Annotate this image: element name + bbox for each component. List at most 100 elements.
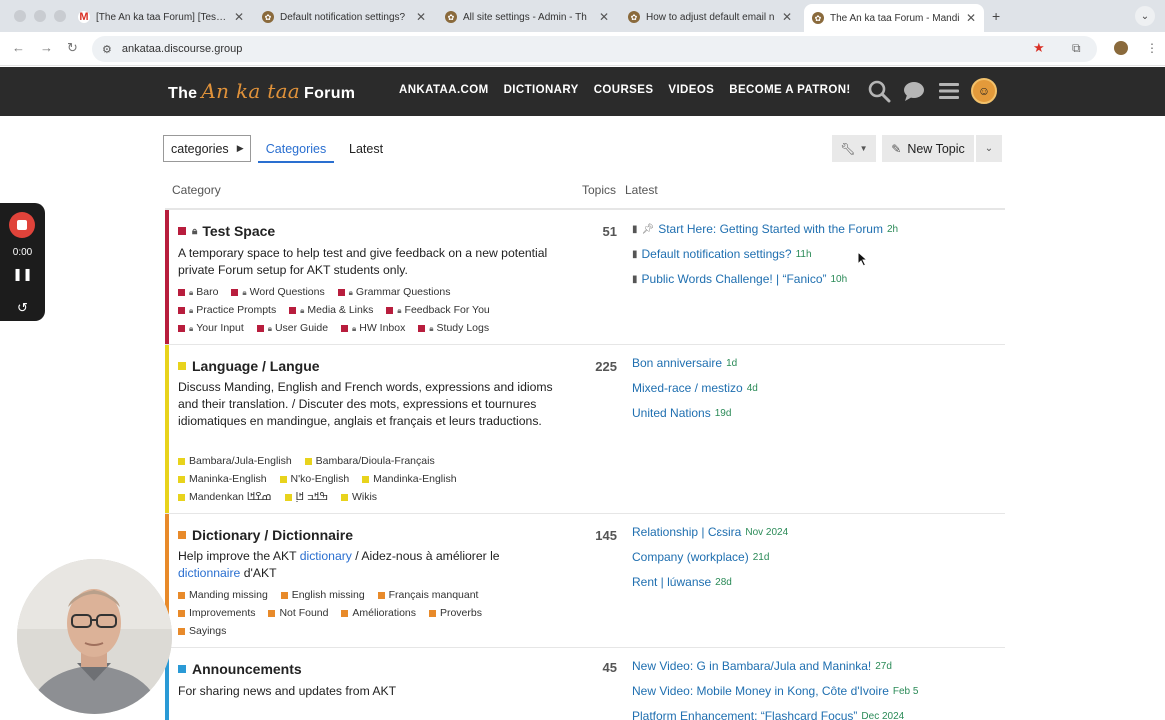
subcategory-link[interactable]: Proverbs — [428, 605, 482, 622]
subcategory-list: Bambara/Jula-English Bambara/Dioula-Fran… — [178, 453, 578, 507]
subcategory-link[interactable]: 🔒︎ Feedback For You — [386, 302, 490, 319]
browser-tab-3[interactable]: ✿ All site settings - Admin - Th ✕ — [437, 4, 617, 30]
subcategory-link[interactable]: ߒߞߏ ߞߊ߲ — [284, 489, 328, 506]
subcategory-link[interactable]: Improvements — [178, 605, 256, 622]
close-tab-icon[interactable]: ✕ — [782, 10, 792, 24]
forward-icon[interactable]: → — [40, 40, 53, 55]
subcategory-link[interactable]: Not Found — [268, 605, 328, 622]
maximize-window-icon[interactable] — [54, 10, 66, 22]
profile-extension-icon[interactable] — [1114, 41, 1128, 55]
subcategory-link[interactable]: 🔒︎ HW Inbox — [340, 320, 405, 337]
new-topic-button[interactable]: ✎ New Topic — [882, 135, 974, 162]
tab-search-icon[interactable]: ⌄ — [1135, 6, 1155, 26]
header-latest[interactable]: Latest — [625, 183, 658, 197]
subcategory-link[interactable]: 🔒︎ Baro — [178, 284, 218, 301]
webcam-bubble[interactable] — [17, 559, 172, 714]
nav-videos[interactable]: VIDEOS — [668, 84, 714, 96]
latest-topic-link[interactable]: ▮ 📌︎ Start Here: Getting Started with the … — [632, 217, 898, 242]
subcategory-link[interactable]: Manding missing — [178, 587, 268, 604]
chat-icon[interactable] — [902, 79, 926, 103]
latest-topic-link[interactable]: ▮ Public Words Challenge! | “Fanico” 10h — [632, 267, 898, 292]
topic-count: 145 — [595, 528, 617, 543]
subcategory-badge — [340, 325, 348, 332]
subcategory-link[interactable]: Maninka-English — [178, 471, 267, 488]
subcategory-link[interactable]: 🔒︎ Your Input — [178, 320, 244, 337]
url-input[interactable]: ⚙ ankataa.discourse.group — [92, 36, 1097, 62]
header-category[interactable]: Category — [172, 183, 221, 197]
subcategory-link[interactable]: 🔒︎ User Guide — [256, 320, 328, 337]
latest-topic-link[interactable]: Bon anniversaire 1d — [632, 351, 758, 376]
browser-tab-1[interactable]: M [The An ka taa Forum] [Test S ✕ — [70, 4, 252, 30]
nav-courses[interactable]: COURSES — [594, 84, 654, 96]
stop-recording-button[interactable] — [9, 212, 35, 238]
browser-tab-2[interactable]: ✿ Default notification settings? ✕ — [254, 4, 434, 30]
latest-topic-link[interactable]: Rent | lúwanse 28d — [632, 570, 788, 595]
close-tab-icon[interactable]: ✕ — [234, 10, 244, 24]
tab-categories[interactable]: Categories — [258, 142, 334, 163]
extensions-icon[interactable]: ⧉ — [1072, 41, 1081, 56]
close-tab-icon[interactable]: ✕ — [416, 10, 426, 24]
subcategory-link[interactable]: N'ko-English — [279, 471, 349, 488]
new-topic-options-button[interactable]: ⌄ — [976, 135, 1002, 162]
close-tab-icon[interactable]: ✕ — [599, 10, 609, 24]
subcategory-link[interactable]: Mandenkan ߘߐߞߊ — [178, 489, 272, 506]
gmail-icon: M — [78, 11, 90, 23]
bookmark-star-icon[interactable]: ★ — [1033, 40, 1045, 56]
tab-latest[interactable]: Latest — [349, 142, 383, 156]
latest-topic-link[interactable]: Platform Enhancement: “Flashcard Focus” D… — [632, 704, 918, 720]
new-tab-icon[interactable]: + — [992, 8, 1000, 24]
subcategory-link[interactable]: Bambara/Dioula-Français — [304, 453, 435, 470]
category-row-language: Language / Langue Discuss Manding, Engli… — [165, 345, 1005, 514]
subcategory-link[interactable]: 🔒︎ Practice Prompts — [178, 302, 276, 319]
admin-tools-button[interactable]: 🔧︎ ▼ — [832, 135, 876, 162]
site-info-icon[interactable]: ⚙ — [102, 43, 112, 56]
pause-icon[interactable]: ❚❚ — [0, 267, 45, 281]
latest-topic-link[interactable]: Company (workplace) 21d — [632, 545, 788, 570]
subcategory-link[interactable]: 🔒︎ Word Questions — [231, 284, 325, 301]
latest-topic-link[interactable]: New Video: G in Bambara/Jula and Maninka… — [632, 654, 918, 679]
dictionnaire-link[interactable]: dictionnaire — [178, 566, 240, 580]
restart-icon[interactable]: ↺ — [0, 300, 45, 316]
categories-dropdown[interactable]: categories ▶ — [163, 135, 251, 162]
subcategory-link[interactable]: 🔒︎ Media & Links — [289, 302, 373, 319]
reload-icon[interactable]: ↻ — [67, 40, 78, 56]
close-window-icon[interactable] — [14, 10, 26, 22]
chevron-down-icon: ⌄ — [984, 143, 994, 154]
hamburger-menu-icon[interactable] — [937, 79, 961, 103]
topic-count: 45 — [602, 660, 617, 675]
subcategory-link[interactable]: English missing — [280, 587, 365, 604]
site-logo[interactable]: The An ka taa Forum — [168, 79, 355, 103]
subcategory-link[interactable]: 🔒︎ Grammar Questions — [337, 284, 450, 301]
latest-topic-link[interactable]: New Video: Mobile Money in Kong, Côte d'… — [632, 679, 918, 704]
category-title[interactable]: Language / Langue — [178, 358, 320, 374]
subcategory-link[interactable]: Français manquant — [377, 587, 478, 604]
browser-tab-5-active[interactable]: ✿ The An ka taa Forum - Mandi ✕ — [804, 4, 984, 32]
back-icon[interactable]: ← — [12, 40, 25, 55]
subcategory-link[interactable]: Bambara/Jula-English — [178, 453, 292, 470]
category-title[interactable]: Announcements — [178, 661, 302, 677]
subcategory-link[interactable]: 🔒︎ Study Logs — [418, 320, 489, 337]
dictionary-link[interactable]: dictionary — [300, 549, 352, 563]
minimize-window-icon[interactable] — [34, 10, 46, 22]
nav-become-patron[interactable]: BECOME A PATRON! — [729, 84, 850, 96]
browser-tab-4[interactable]: ✿ How to adjust default email n ✕ — [620, 4, 800, 30]
nav-dictionary[interactable]: DICTIONARY — [504, 84, 579, 96]
user-avatar[interactable]: ☺ — [971, 78, 997, 104]
latest-topic-link[interactable]: Relationship | Cɛsira Nov 2024 — [632, 520, 788, 545]
search-icon[interactable] — [867, 79, 891, 103]
subcategory-link[interactable]: Sayings — [178, 623, 226, 640]
category-title[interactable]: 🔒︎ Test Space — [178, 223, 275, 239]
latest-topic-link[interactable]: Mixed-race / mestizo 4d — [632, 376, 758, 401]
subcategory-link[interactable]: Améliorations — [341, 605, 416, 622]
subcategory-badge — [268, 610, 276, 617]
subcategory-link[interactable]: Wikis — [340, 489, 377, 506]
latest-topic-link[interactable]: United Nations 19d — [632, 401, 758, 426]
topic-count: 51 — [602, 224, 617, 239]
lock-icon: 🔒︎ — [189, 324, 194, 333]
close-tab-icon[interactable]: ✕ — [966, 11, 976, 25]
category-title[interactable]: Dictionary / Dictionnaire — [178, 527, 353, 543]
browser-menu-icon[interactable]: ⋮ — [1146, 41, 1158, 55]
subcategory-link[interactable]: Mandinka-English — [362, 471, 457, 488]
nav-ankataa[interactable]: ANKATAA.COM — [399, 84, 489, 96]
header-topics[interactable]: Topics — [582, 183, 616, 197]
